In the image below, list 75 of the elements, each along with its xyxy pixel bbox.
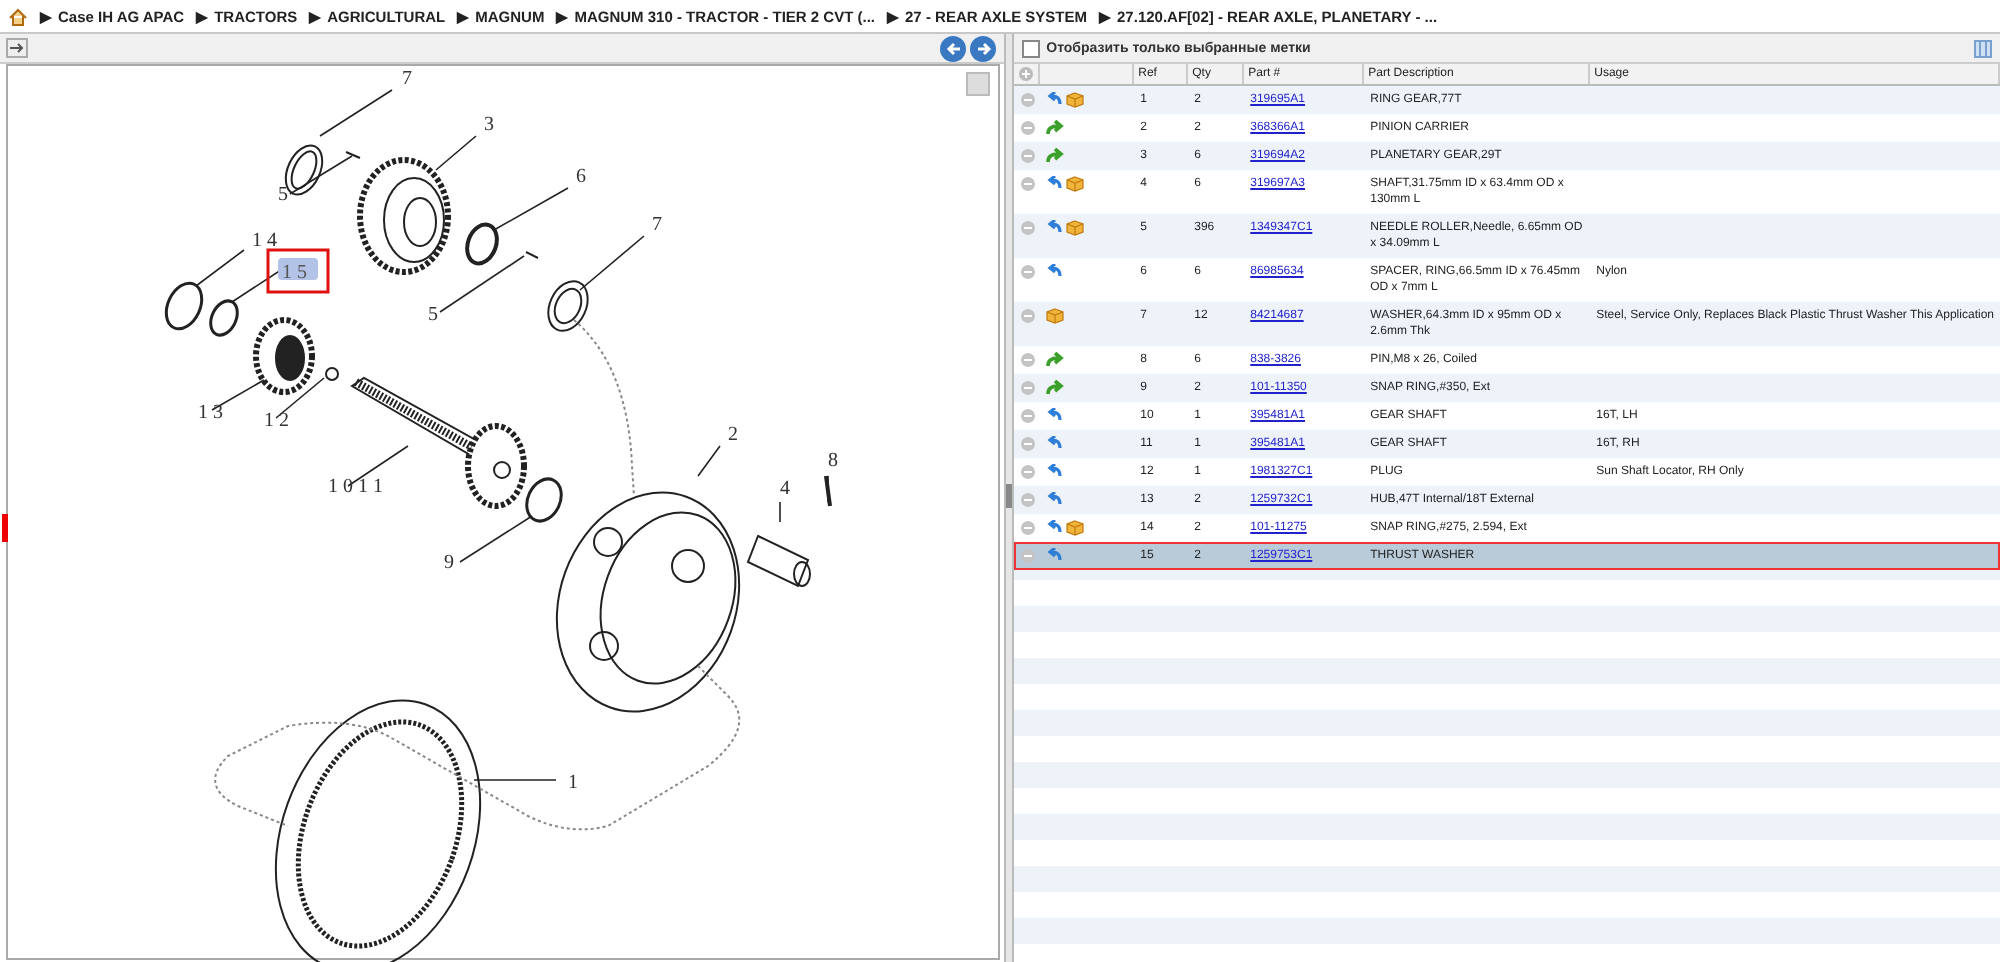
callout-label[interactable]: 4 (780, 478, 790, 500)
leader-line (319, 89, 393, 137)
leader-line (195, 249, 245, 287)
leader-line (827, 475, 829, 503)
home-icon[interactable] (8, 7, 28, 25)
curved-arrow-icon[interactable] (1046, 176, 1063, 190)
remove-circle-icon[interactable] (1020, 120, 1037, 136)
callout-label[interactable]: 1 3 (198, 402, 223, 424)
back-button[interactable] (940, 35, 967, 61)
columns-icon[interactable] (1974, 39, 1992, 57)
callout-label[interactable]: 1 (568, 772, 578, 794)
callout-label[interactable]: 8 (828, 450, 838, 472)
remove-circle-icon[interactable] (1020, 148, 1037, 164)
callout-label[interactable]: 6 (576, 166, 586, 188)
curved-arrow-icon[interactable] (1046, 264, 1063, 278)
remove-circle-icon[interactable] (1020, 264, 1037, 280)
splitter-handle[interactable] (1006, 484, 1013, 508)
checkbox[interactable] (1022, 39, 1041, 57)
callout-label[interactable]: 1 2 (264, 410, 289, 432)
curved-arrow-icon[interactable] (1046, 352, 1065, 368)
callout-label[interactable]: 7 (652, 214, 662, 236)
curved-arrow-icon[interactable] (1046, 492, 1063, 506)
callout-label[interactable]: 9 (444, 552, 454, 574)
remove-circle-icon[interactable] (1020, 308, 1037, 324)
remove-circle-icon[interactable] (1020, 436, 1037, 452)
curved-arrow-icon[interactable] (1046, 148, 1065, 164)
leader-line (473, 779, 557, 781)
callout-label[interactable]: 5 (278, 184, 288, 206)
curved-arrow-icon[interactable] (1046, 120, 1065, 136)
box-icon[interactable] (1066, 92, 1085, 108)
curved-arrow-icon[interactable] (1046, 92, 1063, 106)
remove-circle-icon[interactable] (1020, 492, 1037, 508)
leader-line (459, 515, 533, 563)
forward-button[interactable] (970, 35, 997, 61)
box-icon[interactable] (1066, 176, 1085, 192)
leader-line (779, 501, 781, 523)
callout-label[interactable]: 3 (484, 114, 494, 136)
curved-arrow-icon[interactable] (1046, 380, 1065, 396)
curved-arrow-icon[interactable] (1046, 464, 1063, 478)
remove-circle-icon[interactable] (1020, 352, 1037, 368)
leader-line (289, 155, 353, 195)
callout-label[interactable]: 5 (428, 304, 438, 326)
leader-line (493, 187, 569, 231)
arrow-icon (10, 42, 24, 54)
callout-label[interactable]: 1 0 1 1 (328, 476, 383, 498)
remove-circle-icon[interactable] (1020, 520, 1037, 536)
remove-circle-icon[interactable] (1020, 176, 1037, 192)
leader-line (435, 135, 477, 171)
selection-marker (2, 514, 8, 542)
curved-arrow-icon[interactable] (1046, 548, 1063, 562)
remove-circle-icon[interactable] (1020, 408, 1037, 424)
box-icon[interactable] (1066, 220, 1085, 236)
callout-label[interactable]: 2 (728, 424, 738, 446)
callout-label[interactable]: 1 4 (252, 230, 277, 252)
curved-arrow-icon[interactable] (1046, 220, 1063, 234)
remove-circle-icon[interactable] (1020, 380, 1037, 396)
remove-circle-icon[interactable] (1020, 464, 1037, 480)
leader-line (697, 445, 721, 477)
selected-callout[interactable]: 1 5 (266, 248, 330, 294)
box-icon[interactable] (1066, 520, 1085, 536)
add-circle-icon[interactable] (1018, 66, 1035, 82)
remove-circle-icon[interactable] (1020, 92, 1037, 108)
right-arrow-icon (975, 41, 992, 55)
leader-line (579, 235, 645, 291)
expand-button[interactable] (6, 38, 28, 58)
remove-circle-icon[interactable] (1020, 220, 1037, 236)
box-icon[interactable] (1046, 308, 1065, 324)
remove-circle-icon[interactable] (1020, 548, 1037, 564)
curved-arrow-icon[interactable] (1046, 436, 1063, 450)
scrollbar-button[interactable] (966, 72, 991, 96)
curved-arrow-icon[interactable] (1046, 520, 1063, 534)
leader-line (439, 255, 525, 313)
callout-label[interactable]: 7 (402, 68, 412, 90)
curved-arrow-icon[interactable] (1046, 408, 1063, 422)
left-arrow-icon (945, 41, 962, 55)
